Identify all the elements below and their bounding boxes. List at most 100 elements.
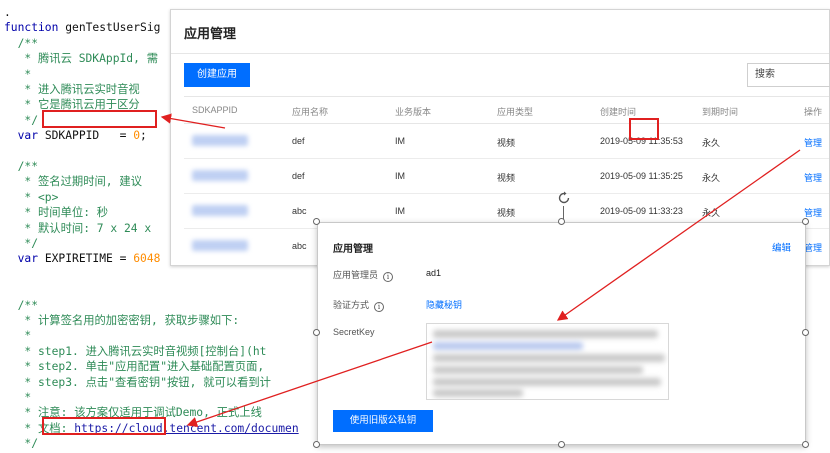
col-business-version: 业务版本: [395, 107, 432, 117]
manage-link[interactable]: 管理: [804, 206, 822, 219]
expire-time: 永久: [702, 208, 721, 218]
code-token: SDKAPPID =: [44, 129, 134, 143]
info-icon[interactable]: i: [374, 302, 385, 312]
code-line: * 腾讯云 SDKAppId, 需: [4, 52, 158, 66]
code-token: /**: [4, 36, 39, 50]
admin-value: ad1: [426, 268, 442, 278]
code-token: .: [4, 6, 11, 19]
manage-link[interactable]: 管理: [804, 241, 822, 254]
resize-handle[interactable]: [802, 441, 809, 448]
code-line: * 进入腾讯云实时音视: [4, 83, 140, 97]
resize-handle[interactable]: [802, 329, 809, 336]
code-line: /**: [4, 160, 38, 174]
code-line: .: [4, 6, 11, 20]
code-line: * step1. 进入腾讯云实时音视频[控制台](ht: [4, 345, 266, 359]
sdkappid-redacted: [192, 170, 248, 181]
code-line: var SDKAPPID = 0;: [4, 129, 147, 143]
business-version: IM: [395, 206, 405, 216]
code-token: *: [4, 329, 32, 343]
resize-handle[interactable]: [313, 218, 320, 225]
code-token: */: [4, 437, 39, 451]
business-version: IM: [395, 171, 405, 181]
redacted-line: [433, 366, 643, 374]
use-old-keypair-button[interactable]: 使用旧版公私钥: [333, 410, 433, 432]
secretkey-field-redacted[interactable]: [426, 323, 669, 400]
code-line: * 签名过期时间, 建议: [4, 175, 142, 189]
code-token: 6048: [133, 252, 161, 266]
redacted-line: [433, 330, 658, 338]
expire-time: 永久: [702, 173, 721, 183]
divider: [171, 53, 829, 54]
code-token: function: [4, 21, 66, 35]
code-token: EXPIRETIME =: [44, 252, 134, 266]
code-line: */: [4, 437, 38, 451]
code-line: * step2. 单击"应用配置"进入基础配置页面,: [4, 360, 264, 374]
code-token: /**: [4, 160, 39, 173]
manage-link[interactable]: 管理: [804, 136, 822, 149]
hide-key-link[interactable]: 隐藏秘钥: [426, 298, 462, 311]
created-time: 2019-05-09 11:35:25: [600, 171, 683, 181]
code-line: * 默认时间: 7 x 24 x: [4, 222, 151, 236]
code-token: genTestUserSig: [65, 21, 161, 35]
resize-handle[interactable]: [313, 329, 320, 336]
code-token: var: [4, 252, 45, 266]
code-line: * 计算签名用的加密密钥, 获取步骤如下:: [4, 314, 239, 328]
table-row: def IM 视频 2019-05-09 11:35:53 永久 管理: [184, 124, 829, 159]
expire-time: 永久: [702, 138, 721, 148]
app-name: abc: [292, 241, 307, 251]
col-sdkappid: SDKAPPID: [192, 105, 238, 115]
rotate-handle-icon[interactable]: [556, 190, 572, 206]
resize-handle[interactable]: [802, 218, 809, 225]
business-version: IM: [395, 136, 405, 146]
manage-highlight: [629, 118, 659, 140]
window-title: 应用管理: [184, 26, 237, 41]
code-line: * <p>: [4, 191, 58, 205]
code-token: */: [4, 237, 39, 250]
resize-handle[interactable]: [558, 218, 565, 225]
edit-link[interactable]: 编辑: [772, 240, 791, 254]
code-line: *: [4, 329, 31, 343]
sdkappid-redacted: [192, 135, 248, 146]
code-token: * 计算签名用的加密密钥, 获取步骤如下:: [4, 314, 240, 327]
app-type: 视频: [497, 173, 516, 183]
create-app-button[interactable]: 创建应用: [184, 63, 250, 87]
app-detail-popup: 应用管理 编辑 应用管理员 i ad1 验证方式 i 隐藏秘钥 SecretKey …: [317, 222, 806, 445]
manage-link[interactable]: 管理: [804, 171, 822, 184]
col-app-type: 应用类型: [497, 107, 534, 117]
admin-label-row: 应用管理员 i: [333, 268, 394, 282]
table-header: SDKAPPID 应用名称 业务版本 应用类型 创建时间 到期时间 操作: [184, 96, 829, 124]
sdkappid-highlight: [42, 110, 157, 128]
created-time: 2019-05-09 11:33:23: [600, 206, 683, 216]
redacted-line: [433, 378, 661, 386]
code-token: * 默认时间: 7 x 24 x: [4, 221, 152, 235]
code-token: ;: [140, 129, 147, 143]
app-name: def: [292, 171, 305, 181]
info-icon[interactable]: i: [383, 272, 394, 282]
code-token: * 进入腾讯云实时音视: [4, 83, 140, 96]
code-line: * step3. 点击"查看密钥"按钮, 就可以看到计: [4, 376, 271, 390]
code-token: * step3. 点击"查看密钥"按钮, 就可以看到计: [4, 375, 271, 389]
popup-title: 应用管理: [333, 244, 373, 255]
secretkey-label: SecretKey: [333, 327, 375, 337]
code-token: * 签名过期时间, 建议: [4, 175, 142, 189]
code-token: * step2. 单击"应用配置"进入基础配置页面,: [4, 360, 265, 374]
resize-handle[interactable]: [558, 441, 565, 448]
code-token: /**: [4, 298, 39, 312]
code-token: *: [4, 391, 32, 404]
resize-handle[interactable]: [313, 441, 320, 448]
app-name: def: [292, 136, 305, 146]
col-actions: 操作: [804, 107, 823, 117]
col-expire-time: 到期时间: [702, 107, 739, 117]
app-type: 视频: [497, 138, 516, 148]
code-line: *: [4, 391, 31, 405]
redacted-line: [433, 342, 583, 350]
app-type: 视频: [497, 208, 516, 218]
code-line: * 时间单位: 秒: [4, 206, 108, 220]
code-line: /**: [4, 37, 38, 51]
search-input[interactable]: 搜索: [747, 63, 830, 87]
secretkey-highlight: [42, 417, 166, 435]
col-app-name: 应用名称: [292, 107, 329, 117]
code-line: */: [4, 114, 38, 128]
code-token: * step1. 进入腾讯云实时音视频[控制台](ht: [4, 344, 267, 358]
code-line: /**: [4, 299, 38, 313]
